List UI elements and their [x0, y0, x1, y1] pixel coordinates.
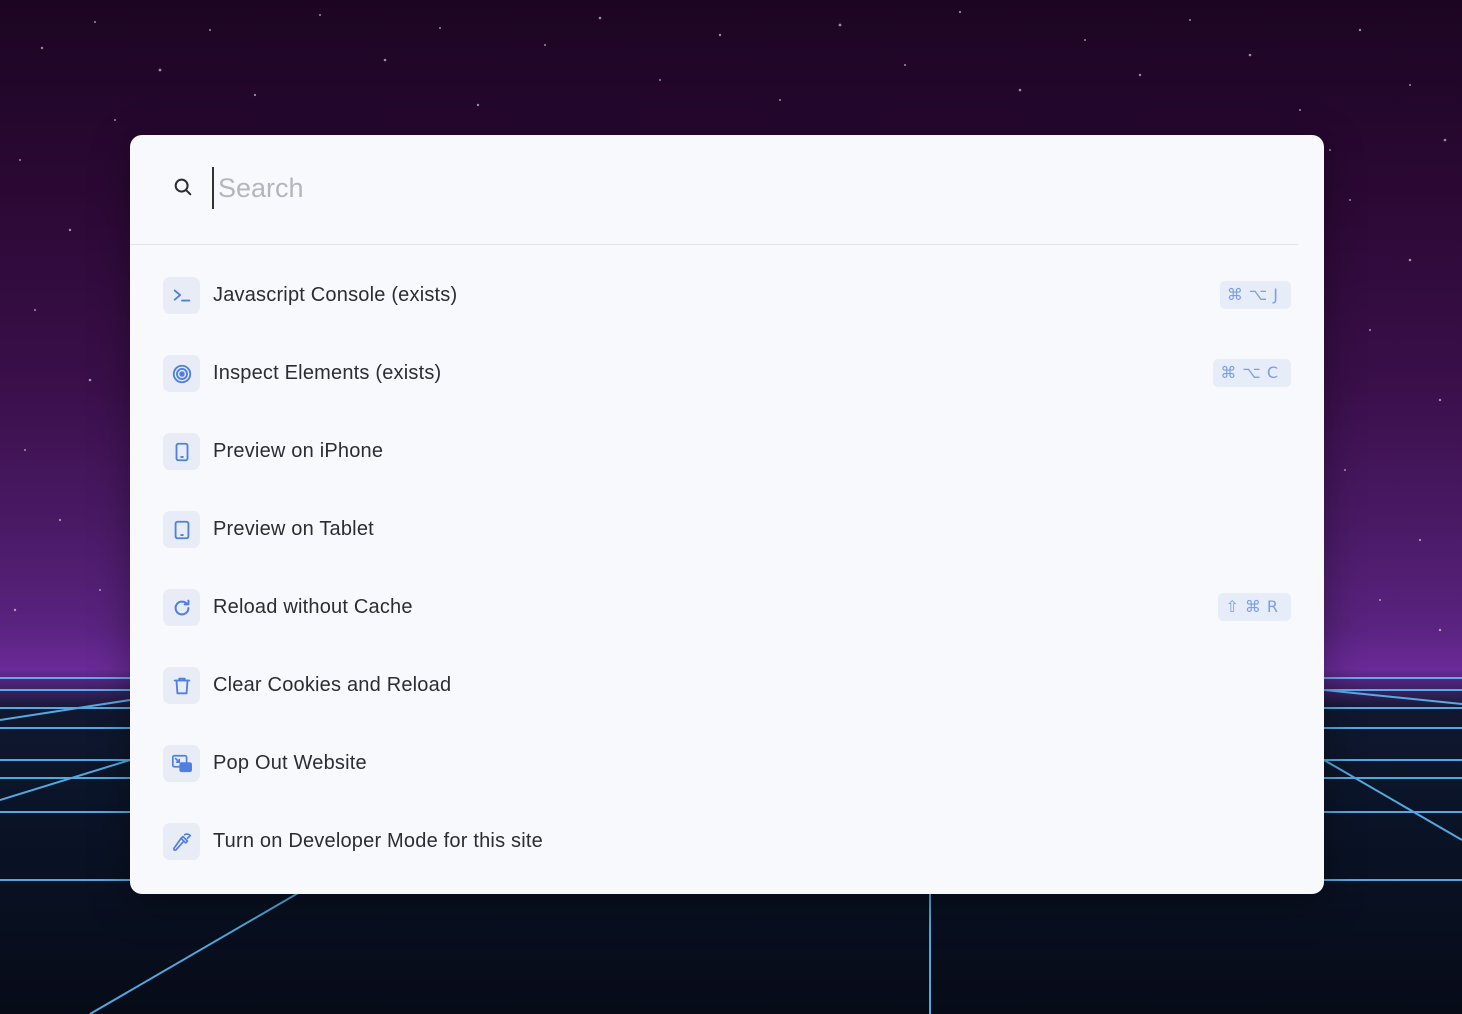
command-label: Turn on Developer Mode for this site — [213, 830, 543, 852]
search-input[interactable] — [212, 167, 1278, 209]
phone-icon — [163, 433, 200, 470]
command-item-inspect-elements[interactable]: Inspect Elements (exists) ⌘⌥C — [130, 335, 1324, 413]
command-item-clear-cookies[interactable]: Clear Cookies and Reload — [130, 647, 1324, 725]
command-item-preview-iphone[interactable]: Preview on iPhone — [130, 413, 1324, 491]
hammer-icon — [163, 823, 200, 860]
command-palette: Javascript Console (exists) ⌘⌥J Inspect … — [130, 135, 1324, 894]
command-label: Preview on Tablet — [213, 518, 374, 540]
search-icon — [174, 178, 192, 196]
pop-out-icon — [163, 745, 200, 782]
command-item-preview-tablet[interactable]: Preview on Tablet — [130, 491, 1324, 569]
command-label: Preview on iPhone — [213, 440, 384, 462]
keyboard-shortcut: ⌘⌥C — [1213, 359, 1291, 387]
command-label: Clear Cookies and Reload — [213, 674, 452, 696]
desktop-background: Javascript Console (exists) ⌘⌥J Inspect … — [0, 0, 1462, 1014]
command-label: Inspect Elements (exists) — [213, 362, 442, 384]
command-item-javascript-console[interactable]: Javascript Console (exists) ⌘⌥J — [130, 257, 1324, 335]
command-label: Reload without Cache — [213, 596, 413, 618]
command-item-reload-without-cache[interactable]: Reload without Cache ⇧⌘R — [130, 569, 1324, 647]
search-divider — [130, 244, 1298, 245]
tablet-icon — [163, 511, 200, 548]
command-label: Javascript Console (exists) — [213, 284, 458, 306]
keyboard-shortcut: ⌘⌥J — [1219, 281, 1291, 309]
command-list: Javascript Console (exists) ⌘⌥J Inspect … — [130, 257, 1324, 881]
trash-icon — [163, 667, 200, 704]
search-bar — [130, 135, 1324, 244]
command-label: Pop Out Website — [213, 752, 367, 774]
command-item-pop-out-website[interactable]: Pop Out Website — [130, 725, 1324, 803]
keyboard-shortcut: ⇧⌘R — [1218, 593, 1291, 621]
command-item-developer-mode[interactable]: Turn on Developer Mode for this site — [130, 803, 1324, 881]
target-icon — [163, 355, 200, 392]
terminal-icon — [163, 277, 200, 314]
reload-icon — [163, 589, 200, 626]
